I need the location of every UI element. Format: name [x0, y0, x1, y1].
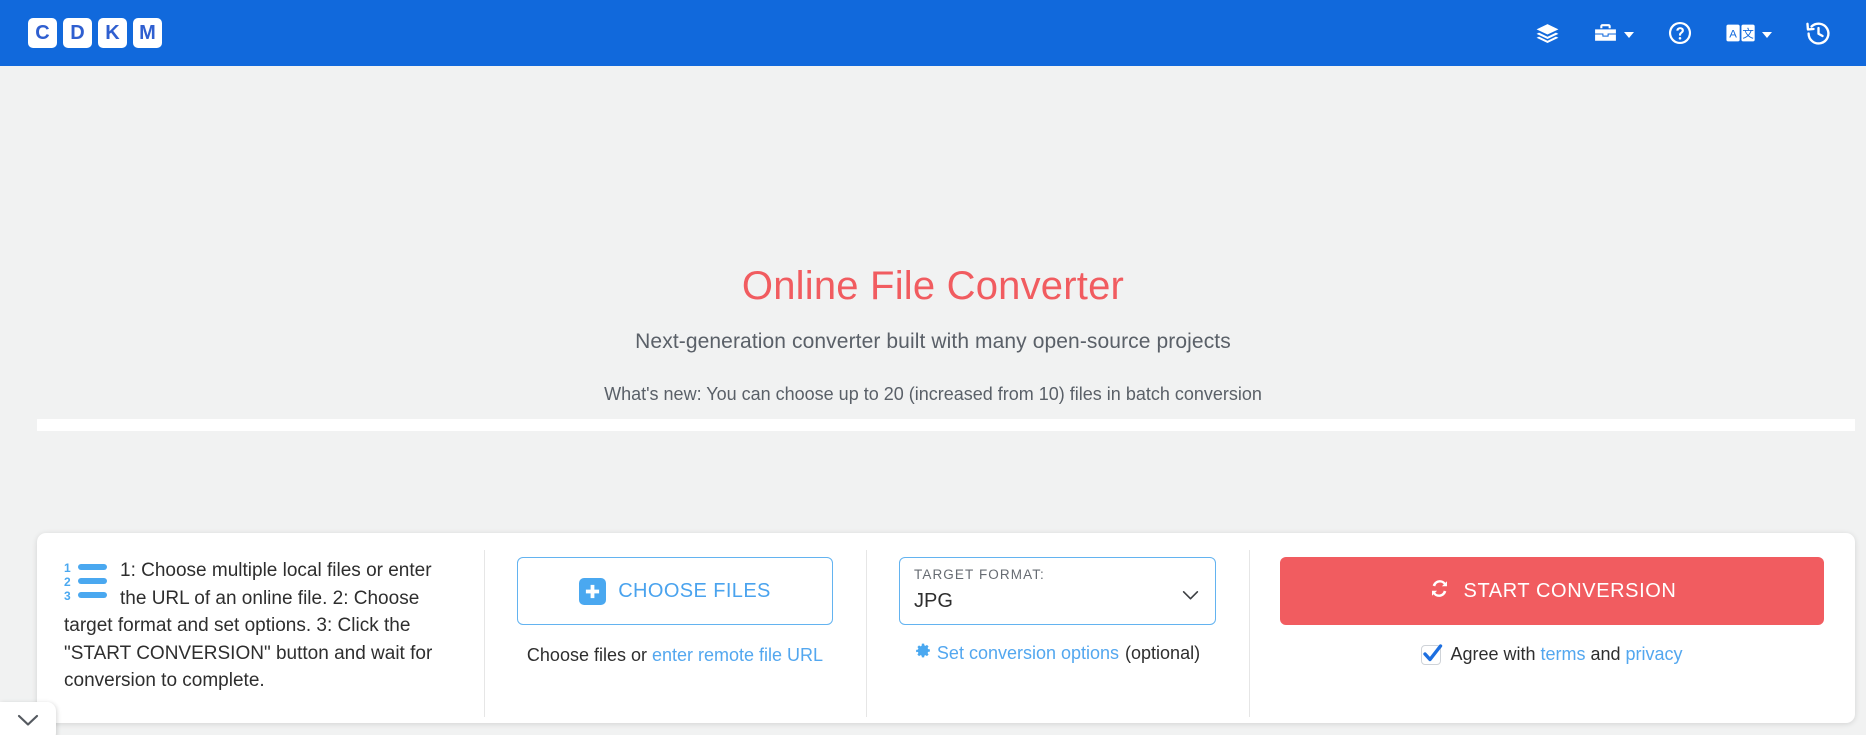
language-translate-icon: A 文	[1726, 23, 1756, 43]
plus-square-icon	[579, 577, 607, 605]
agree-prefix: Agree with	[1450, 644, 1541, 664]
brand-logo[interactable]: C D K M	[28, 18, 162, 48]
navbar-actions: A 文	[1535, 20, 1832, 47]
conversion-options-suffix: (optional)	[1125, 643, 1201, 663]
agree-terms-line: Agree with terms and privacy	[1280, 643, 1824, 665]
ordered-list-icon: 1 2 3	[64, 561, 108, 609]
conversion-options-line: Set conversion options (optional)	[899, 643, 1216, 664]
target-format-label: TARGET FORMAT:	[914, 567, 1045, 582]
agree-middle: and	[1585, 644, 1626, 664]
target-format-value: JPG	[914, 590, 953, 612]
choose-files-column: CHOOSE FILES Choose files or enter remot…	[484, 533, 866, 723]
choose-files-label: CHOOSE FILES	[618, 579, 771, 602]
hero-divider-band	[37, 419, 1855, 431]
page-title: Online File Converter	[741, 264, 1125, 308]
question-circle-icon	[1667, 20, 1693, 46]
history-clock-icon	[1805, 20, 1832, 47]
svg-text:2: 2	[64, 575, 71, 589]
choose-files-hint-prefix: Choose files or	[526, 645, 652, 665]
brand-tile-d: D	[63, 18, 92, 48]
page-subtitle: Next-generation converter built with man…	[635, 330, 1231, 353]
collapse-panel-toggle[interactable]	[0, 702, 56, 735]
language-menu-button[interactable]: A 文	[1726, 23, 1772, 43]
chevron-down-icon	[1182, 588, 1199, 606]
svg-text:1: 1	[64, 561, 71, 575]
svg-text:3: 3	[64, 589, 71, 600]
brand-tile-m: M	[133, 18, 162, 48]
svg-text:A: A	[1729, 28, 1737, 40]
terms-link[interactable]: terms	[1540, 644, 1585, 664]
start-conversion-column: START CONVERSION Agree with terms and pr…	[1249, 533, 1855, 723]
remote-file-url-link[interactable]: enter remote file URL	[652, 645, 823, 665]
svg-text:文: 文	[1742, 26, 1754, 40]
hero-section: Online File Converter Next-generation co…	[0, 66, 1866, 354]
privacy-link[interactable]: privacy	[1626, 644, 1683, 664]
sync-refresh-icon	[1428, 577, 1451, 606]
instructions-block: 1 2 3 1: Choose multiple local files or …	[64, 557, 454, 695]
choose-files-hint: Choose files or enter remote file URL	[517, 645, 833, 666]
layers-button[interactable]	[1535, 21, 1560, 46]
brand-tile-c: C	[28, 18, 57, 48]
start-conversion-button[interactable]: START CONVERSION	[1280, 557, 1824, 625]
whats-new-text: What's new: You can choose up to 20 (inc…	[604, 384, 1262, 404]
chevron-down-icon	[1624, 32, 1634, 38]
agree-text: Agree with terms and privacy	[1450, 644, 1682, 665]
target-format-column: TARGET FORMAT: JPG Set conversion option…	[866, 533, 1249, 723]
history-button[interactable]	[1805, 20, 1832, 47]
instructions-column: 1 2 3 1: Choose multiple local files or …	[37, 533, 484, 723]
set-conversion-options-link[interactable]: Set conversion options	[937, 643, 1119, 664]
converter-panel: 1 2 3 1: Choose multiple local files or …	[37, 533, 1855, 723]
layers-icon	[1535, 21, 1560, 46]
chevron-down-icon	[1762, 32, 1772, 38]
target-format-select[interactable]: TARGET FORMAT: JPG	[899, 557, 1216, 625]
toolbox-icon	[1593, 21, 1618, 46]
choose-files-button[interactable]: CHOOSE FILES	[517, 557, 833, 625]
top-navbar: C D K M A 文	[0, 0, 1866, 66]
brand-tile-k: K	[98, 18, 127, 48]
tools-menu-button[interactable]	[1593, 21, 1634, 46]
chevron-down-icon	[17, 713, 39, 732]
instructions-text: 1: Choose multiple local files or enter …	[64, 560, 433, 692]
gear-icon	[915, 643, 931, 664]
help-button[interactable]	[1667, 20, 1693, 46]
start-conversion-label: START CONVERSION	[1463, 579, 1677, 602]
agree-terms-checkbox[interactable]	[1421, 643, 1443, 665]
